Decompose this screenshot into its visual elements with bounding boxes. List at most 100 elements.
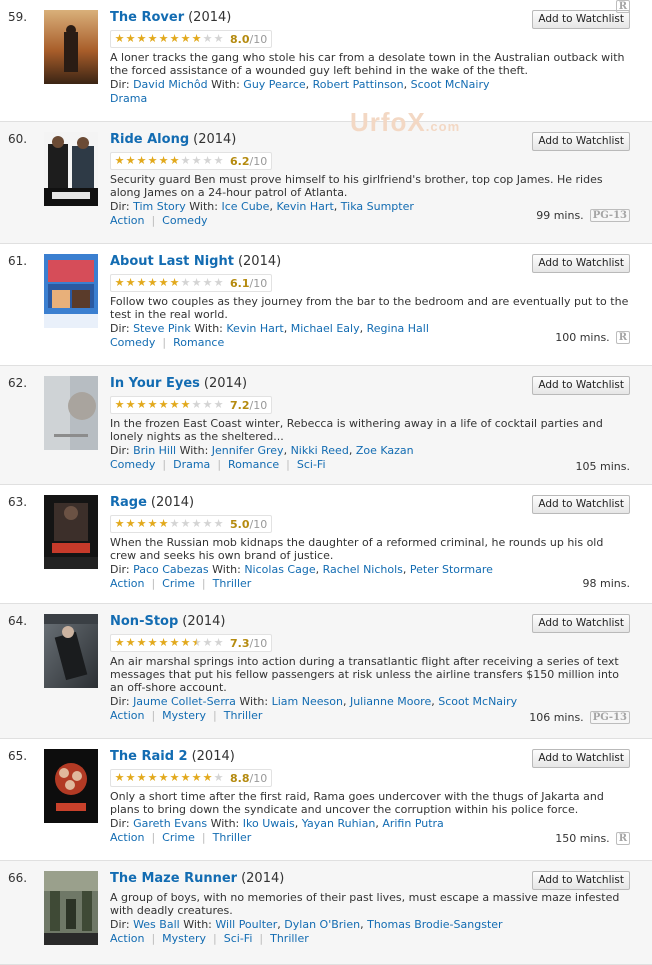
cast-link[interactable]: Iko Uwais [243, 817, 295, 830]
star-icon[interactable]: ★ [125, 32, 136, 46]
cast-link[interactable]: Arifin Putra [382, 817, 444, 830]
star-icon[interactable]: ★ [169, 276, 180, 290]
star-icon[interactable]: ★ [202, 32, 213, 46]
cast-link[interactable]: Rachel Nichols [323, 563, 403, 576]
star-icon[interactable]: ★ [114, 154, 125, 168]
director-link[interactable]: Gareth Evans [133, 817, 207, 830]
rover-poster[interactable] [44, 10, 98, 84]
cast-link[interactable]: Peter Stormare [410, 563, 493, 576]
cast-link[interactable]: Jennifer Grey [212, 444, 284, 457]
star-icon[interactable]: ★ [158, 154, 169, 168]
star-icon[interactable]: ★ [147, 636, 158, 650]
rating-widget[interactable]: ★ ★ ★ ★ ★ ★ ★ ★ ★ ★ 6.1/10 [110, 274, 273, 292]
star-icon[interactable]: ★ [136, 771, 147, 785]
cast-link[interactable]: Zoe Kazan [356, 444, 414, 457]
star-icon[interactable]: ★ [191, 154, 202, 168]
rating-widget[interactable]: ★ ★ ★ ★ ★ ★ ★ ★ ★ ★ 8.0/10 [110, 30, 273, 48]
movie-title-link[interactable]: The Maze Runner [110, 871, 237, 886]
star-icon[interactable]: ★ [180, 276, 191, 290]
genre-link[interactable]: Thriller [213, 831, 252, 844]
genre-link[interactable]: Action [110, 709, 144, 722]
star-icon[interactable]: ★ [147, 154, 158, 168]
star-icon[interactable]: ★ [191, 276, 202, 290]
rating-stars[interactable]: ★ ★ ★ ★ ★ ★ ★ ★ ★ ★ [114, 771, 224, 785]
non-stop-poster[interactable] [44, 614, 98, 688]
genre-link[interactable]: Thriller [270, 932, 309, 945]
star-icon[interactable]: ★ [114, 398, 125, 412]
star-icon[interactable]: ★ [191, 398, 202, 412]
star-icon[interactable]: ★ [213, 771, 224, 785]
genre-link[interactable]: Crime [162, 831, 195, 844]
star-icon[interactable]: ★ [158, 398, 169, 412]
star-icon[interactable]: ★ [169, 771, 180, 785]
star-icon[interactable]: ★ [191, 636, 202, 650]
cast-link[interactable]: Julianne Moore [350, 695, 431, 708]
movie-title-link[interactable]: In Your Eyes [110, 376, 200, 391]
star-icon[interactable]: ★ [136, 398, 147, 412]
star-icon[interactable]: ★ [191, 771, 202, 785]
star-icon[interactable]: ★ [202, 398, 213, 412]
rage-poster[interactable] [44, 495, 98, 569]
star-icon[interactable]: ★ [202, 771, 213, 785]
star-icon[interactable]: ★ [213, 32, 224, 46]
director-link[interactable]: Paco Cabezas [133, 563, 209, 576]
star-icon[interactable]: ★ [213, 517, 224, 531]
rating-stars[interactable]: ★ ★ ★ ★ ★ ★ ★ ★ ★ ★ [114, 398, 224, 412]
genre-link[interactable]: Action [110, 831, 144, 844]
star-icon[interactable]: ★ [114, 276, 125, 290]
rating-stars[interactable]: ★ ★ ★ ★ ★ ★ ★ ★ ★ ★ [114, 636, 224, 650]
movie-title-link[interactable]: The Rover [110, 10, 184, 25]
genre-link[interactable]: Drama [110, 92, 147, 105]
star-icon[interactable]: ★ [180, 517, 191, 531]
cast-link[interactable]: Robert Pattinson [313, 78, 404, 91]
movie-title-link[interactable]: Rage [110, 495, 147, 510]
star-icon[interactable]: ★ [213, 636, 224, 650]
star-icon[interactable]: ★ [180, 32, 191, 46]
cast-link[interactable]: Yayan Ruhian [302, 817, 376, 830]
cast-link[interactable]: Scoot McNairy [438, 695, 517, 708]
genre-link[interactable]: Comedy [162, 214, 207, 227]
star-icon[interactable]: ★ [213, 398, 224, 412]
star-icon[interactable]: ★ [147, 32, 158, 46]
director-link[interactable]: Steve Pink [133, 322, 191, 335]
star-icon[interactable]: ★ [136, 517, 147, 531]
star-icon[interactable]: ★ [147, 771, 158, 785]
rating-widget[interactable]: ★ ★ ★ ★ ★ ★ ★ ★ ★ ★ 5.0/10 [110, 515, 273, 533]
star-icon[interactable]: ★ [114, 32, 125, 46]
genre-link[interactable]: Mystery [162, 932, 206, 945]
star-icon[interactable]: ★ [191, 32, 202, 46]
genre-link[interactable]: Mystery [162, 709, 206, 722]
star-icon[interactable]: ★ [136, 32, 147, 46]
cast-link[interactable]: Tika Sumpter [341, 200, 414, 213]
genre-link[interactable]: Action [110, 214, 144, 227]
star-icon[interactable]: ★ [136, 154, 147, 168]
director-link[interactable]: Wes Ball [133, 918, 180, 931]
star-icon[interactable]: ★ [213, 276, 224, 290]
genre-link[interactable]: Action [110, 577, 144, 590]
star-icon[interactable]: ★ [147, 398, 158, 412]
genre-link[interactable]: Drama [173, 458, 210, 471]
cast-link[interactable]: Nikki Reed [291, 444, 349, 457]
star-icon[interactable]: ★ [169, 154, 180, 168]
star-icon[interactable]: ★ [202, 636, 213, 650]
rating-widget[interactable]: ★ ★ ★ ★ ★ ★ ★ ★ ★ ★ 6.2/10 [110, 152, 273, 170]
director-link[interactable]: Tim Story [133, 200, 186, 213]
raid-2-poster[interactable] [44, 749, 98, 823]
cast-link[interactable]: Kevin Hart [226, 322, 283, 335]
star-icon[interactable]: ★ [125, 276, 136, 290]
movie-title-link[interactable]: The Raid 2 [110, 749, 188, 764]
rating-widget[interactable]: ★ ★ ★ ★ ★ ★ ★ ★ ★ ★ 8.8/10 [110, 769, 273, 787]
movie-title-link[interactable]: Ride Along [110, 132, 189, 147]
about-last-night-poster[interactable] [44, 254, 98, 328]
star-icon[interactable]: ★ [180, 636, 191, 650]
rating-stars[interactable]: ★ ★ ★ ★ ★ ★ ★ ★ ★ ★ [114, 517, 224, 531]
star-icon[interactable]: ★ [125, 636, 136, 650]
star-icon[interactable]: ★ [158, 276, 169, 290]
genre-link[interactable]: Crime [162, 577, 195, 590]
genre-link[interactable]: Comedy [110, 336, 155, 349]
star-icon[interactable]: ★ [169, 398, 180, 412]
cast-link[interactable]: Scoot McNairy [411, 78, 490, 91]
cast-link[interactable]: Thomas Brodie-Sangster [367, 918, 502, 931]
cast-link[interactable]: Guy Pearce [243, 78, 305, 91]
star-icon[interactable]: ★ [158, 32, 169, 46]
